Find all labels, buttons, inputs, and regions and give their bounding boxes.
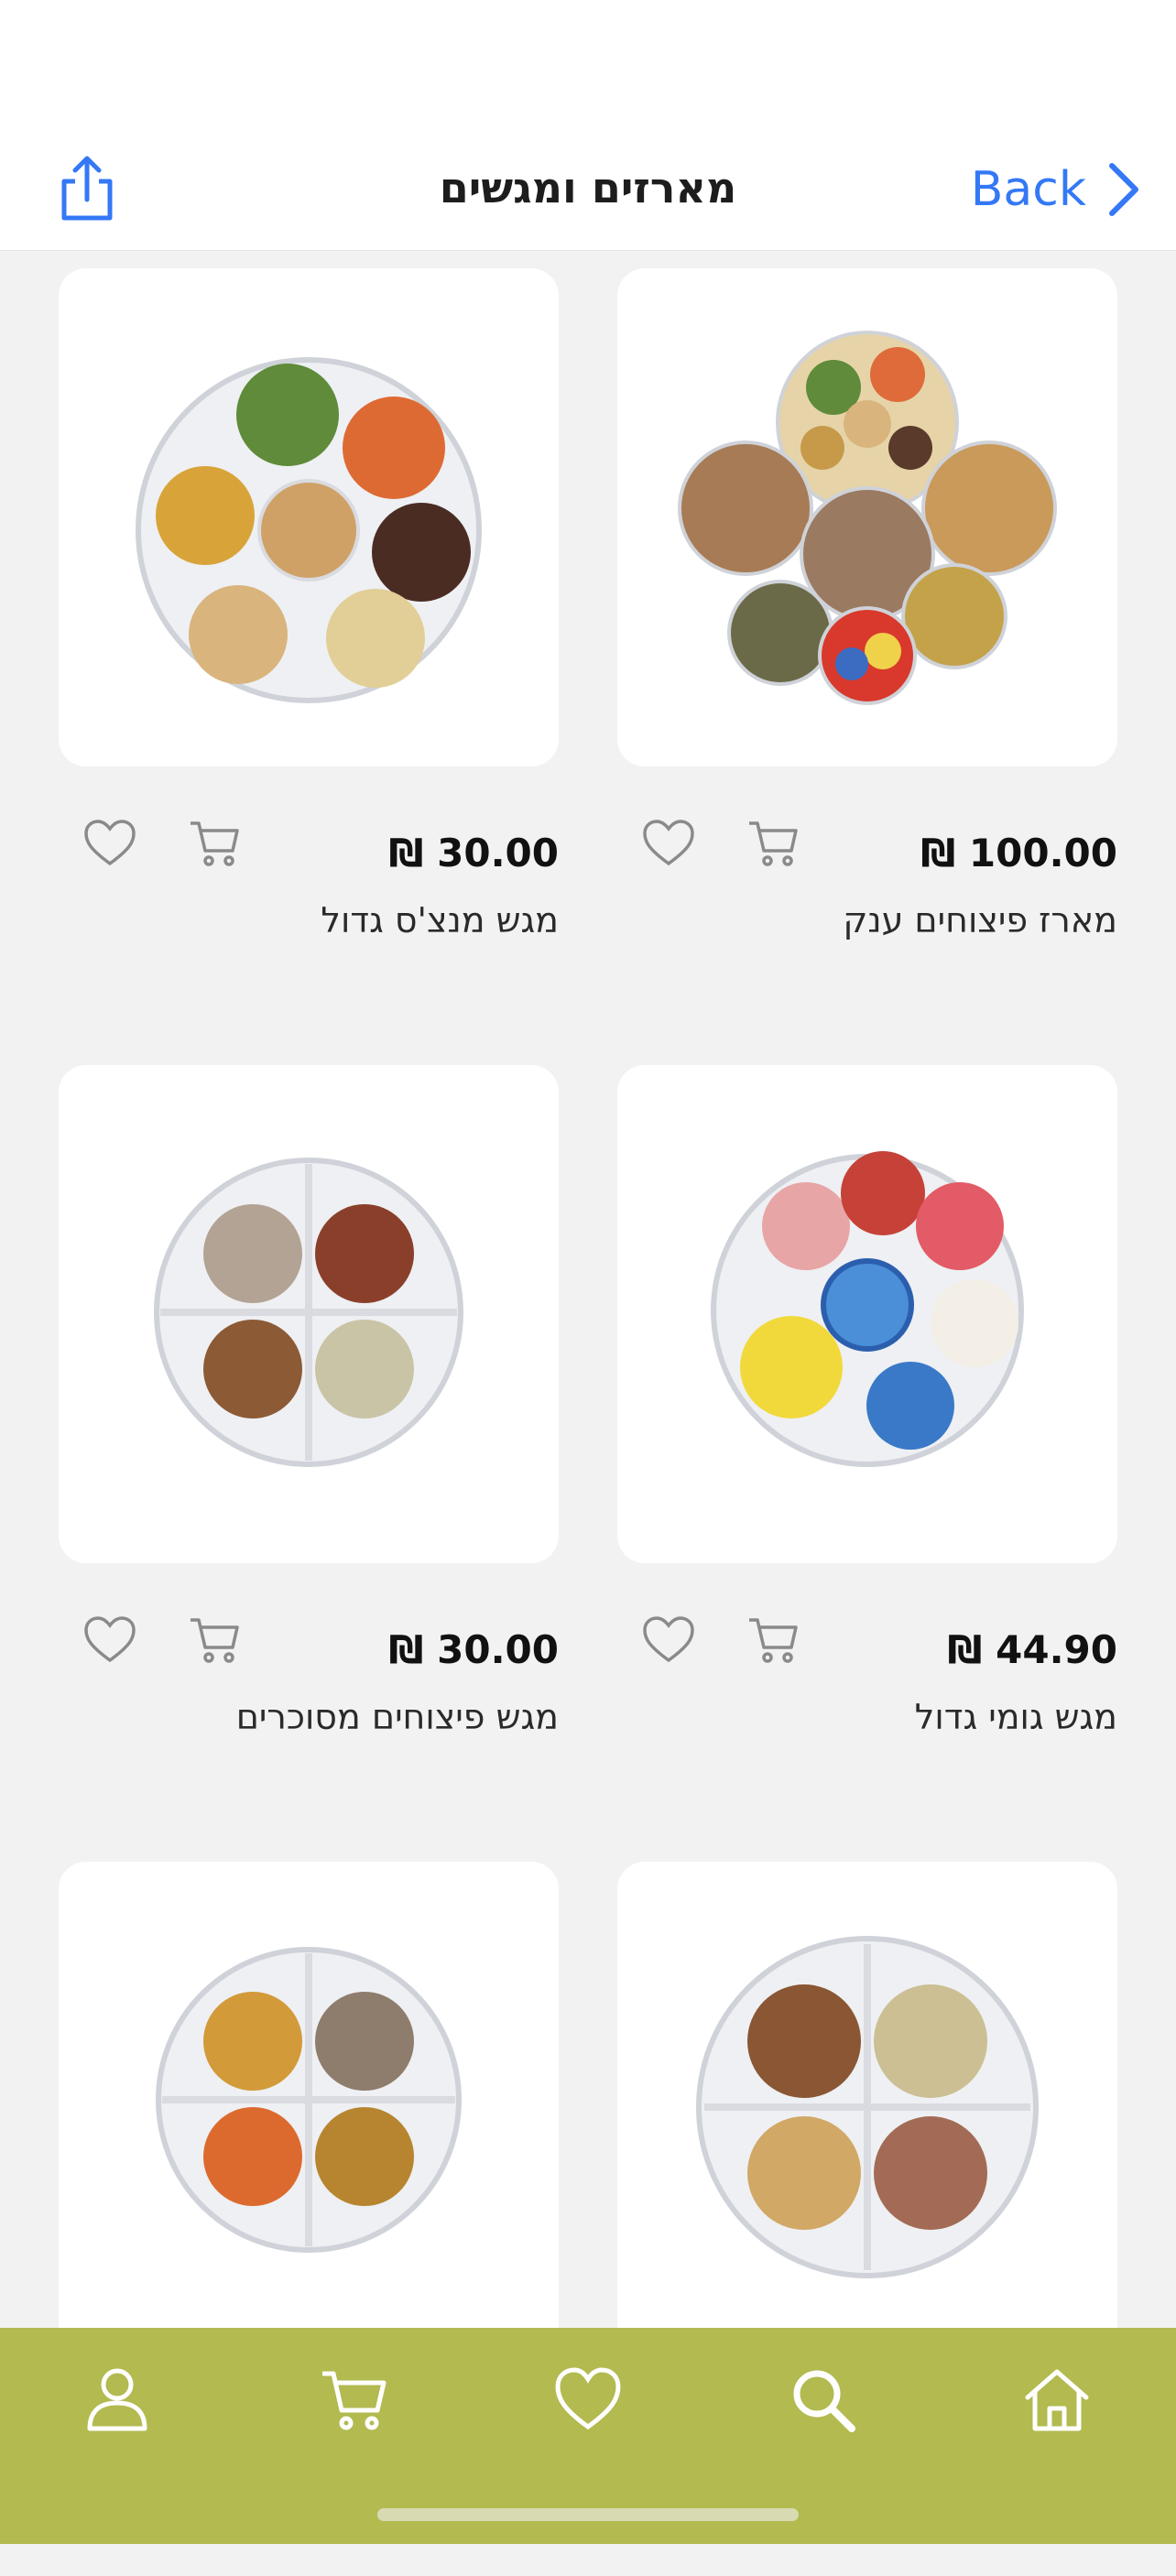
navigation-bar: מארזים ומגשים Back <box>0 0 1176 251</box>
product-card[interactable]: ₪ 30.00 מגש מנצ'ס גדול <box>59 268 559 983</box>
heart-icon[interactable] <box>82 818 137 869</box>
cart-icon[interactable] <box>319 2364 388 2434</box>
product-price: ₪ 100.00 <box>920 831 1117 875</box>
cart-icon[interactable] <box>746 818 800 869</box>
product-price: ₪ 44.90 <box>947 1627 1117 1672</box>
product-card[interactable]: ₪ 44.90 מגש גומי גדול <box>617 1065 1117 1779</box>
back-button[interactable]: Back <box>971 156 1141 223</box>
heart-icon[interactable] <box>82 1614 137 1666</box>
product-image[interactable] <box>59 268 559 766</box>
heart-icon[interactable] <box>641 1614 696 1666</box>
product-name[interactable]: מגש גומי גדול <box>915 1697 1117 1737</box>
product-image[interactable] <box>617 268 1117 766</box>
cart-icon[interactable] <box>187 1614 242 1666</box>
product-card[interactable]: ₪ 30.00 מגש פיצוחים מסוכרים <box>59 1065 559 1779</box>
product-price: ₪ 30.00 <box>388 1627 559 1672</box>
heart-icon[interactable] <box>553 2364 623 2434</box>
product-image[interactable] <box>59 1065 559 1563</box>
cart-icon[interactable] <box>187 818 242 869</box>
back-label: Back <box>970 162 1086 217</box>
chevron-right-icon <box>1109 163 1138 216</box>
product-price: ₪ 30.00 <box>388 831 559 875</box>
product-image[interactable] <box>59 1862 559 2360</box>
home-indicator[interactable] <box>377 2508 799 2521</box>
cart-icon[interactable] <box>746 1614 800 1666</box>
product-name[interactable]: מגש פיצוחים מסוכרים <box>236 1697 559 1737</box>
home-icon[interactable] <box>1022 2364 1092 2434</box>
product-image[interactable] <box>617 1862 1117 2360</box>
product-image[interactable] <box>617 1065 1117 1563</box>
product-name[interactable]: מארז פיצוחים ענק <box>843 900 1117 940</box>
profile-icon[interactable] <box>82 2364 152 2434</box>
product-card[interactable]: ₪ 100.00 מארז פיצוחים ענק <box>617 268 1117 983</box>
search-icon[interactable] <box>788 2364 857 2434</box>
heart-icon[interactable] <box>641 818 696 869</box>
product-name[interactable]: מגש מנצ'ס גדול <box>321 900 559 940</box>
